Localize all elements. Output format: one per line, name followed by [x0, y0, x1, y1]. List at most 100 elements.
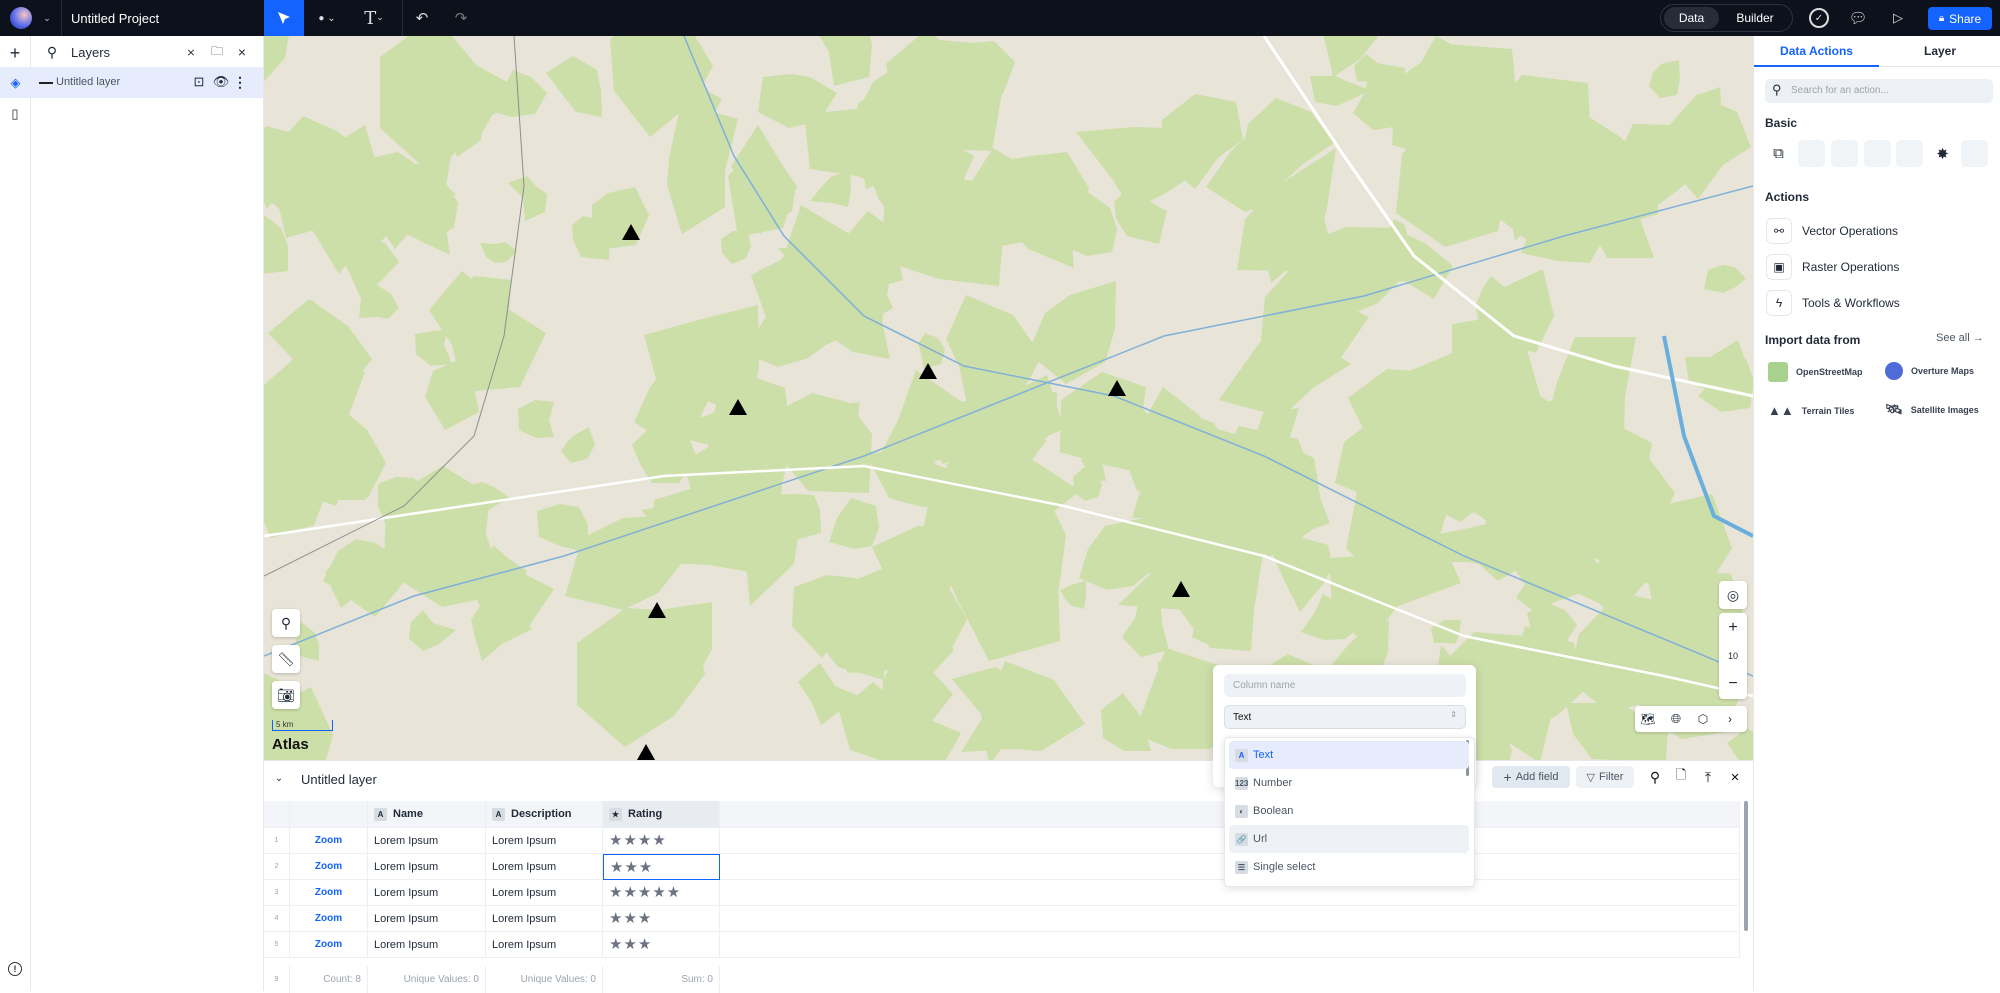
zoom-out-button[interactable]: −: [1719, 671, 1747, 697]
layer-item[interactable]: Untitled layer ⊡ 👁︎ ⋮: [31, 67, 263, 98]
chevron-right-icon[interactable]: ›: [1721, 710, 1739, 728]
measure-button[interactable]: 📏︎: [272, 645, 300, 673]
cell-rating[interactable]: ★★★: [603, 854, 720, 880]
import-overture[interactable]: Overture Maps: [1885, 362, 1974, 380]
add-field-button[interactable]: + Add field: [1492, 766, 1570, 788]
forest-area: [667, 103, 738, 234]
see-all-link[interactable]: See all →: [1936, 332, 1984, 344]
globe-icon[interactable]: 🌐︎: [1667, 710, 1685, 728]
map-search-button[interactable]: ⚲: [272, 609, 300, 637]
tools-workflows[interactable]: ϟ Tools & Workflows: [1766, 290, 1900, 316]
row-number: 2: [264, 854, 290, 880]
bookmark-icon[interactable]: ▯: [5, 104, 25, 124]
search-icon[interactable]: ⚲: [43, 43, 61, 61]
field-type-option-url[interactable]: 🔗 Url: [1229, 825, 1469, 853]
cell-description[interactable]: Lorem Ipsum: [486, 880, 603, 906]
project-title[interactable]: Untitled Project: [71, 11, 159, 26]
locate-button[interactable]: ◎: [1719, 581, 1747, 609]
play-icon[interactable]: ▷: [1888, 8, 1908, 28]
point-tool-button[interactable]: ● ⌄: [312, 8, 342, 28]
union-icon[interactable]: [1798, 140, 1825, 167]
map-tiles: [264, 36, 1753, 760]
field-type-option-text[interactable]: A Text: [1229, 741, 1469, 769]
comment-icon[interactable]: 💬︎: [1848, 8, 1868, 28]
cube-icon[interactable]: ⬡: [1694, 710, 1712, 728]
attribute-table: ⌄ Untitled layer A Name A Description ★ Ratin…: [264, 760, 1753, 993]
field-type-option-single-select[interactable]: ☰ Single select: [1229, 853, 1469, 881]
field-type-option-number[interactable]: 123 Number: [1229, 769, 1469, 797]
focus-icon[interactable]: ⊡: [191, 74, 207, 90]
close-table-icon[interactable]: ×: [1725, 766, 1745, 788]
document-icon[interactable]: 🗋︎: [1671, 766, 1691, 788]
expand-icon[interactable]: [1961, 140, 1988, 167]
tab-builder[interactable]: Builder: [1725, 7, 1785, 29]
cell-description[interactable]: Lorem Ipsum: [486, 854, 603, 880]
zoom-link[interactable]: Zoom: [290, 932, 368, 958]
close-icon[interactable]: ×: [234, 44, 250, 60]
cell-rating[interactable]: ★★★★: [603, 828, 720, 854]
cell-name[interactable]: Lorem Ipsum: [368, 906, 486, 932]
add-folder-icon[interactable]: 🗀︎: [209, 44, 225, 60]
zoom-link[interactable]: Zoom: [290, 880, 368, 906]
share-button[interactable]: 🔒︎ Share: [1928, 7, 1992, 30]
import-openstreetmap[interactable]: OpenStreetMap: [1768, 362, 1863, 382]
zoom-link[interactable]: Zoom: [290, 854, 368, 880]
zoom-link[interactable]: Zoom: [290, 828, 368, 854]
column-header-description[interactable]: A Description: [486, 801, 603, 828]
column-header-name[interactable]: A Name: [368, 801, 486, 828]
cell-name[interactable]: Lorem Ipsum: [368, 828, 486, 854]
cell-rating[interactable]: ★★★: [603, 906, 720, 932]
cell-rating[interactable]: ★★★★★: [603, 880, 720, 906]
undo-icon[interactable]: ↶: [412, 8, 432, 28]
help-icon[interactable]: !: [8, 962, 22, 976]
export-icon[interactable]: ⤒: [1698, 766, 1718, 788]
zoom-in-button[interactable]: +: [1719, 615, 1747, 641]
peak-marker[interactable]: [637, 744, 655, 760]
collapse-chevron-icon[interactable]: ⌄: [272, 771, 286, 785]
app-logo[interactable]: [10, 7, 32, 29]
tab-data[interactable]: Data: [1664, 7, 1719, 29]
updown-icon: ⇕: [1450, 710, 1457, 719]
cell-name[interactable]: Lorem Ipsum: [368, 932, 486, 958]
cell-name[interactable]: Lorem Ipsum: [368, 854, 486, 880]
column-name-input[interactable]: Column name: [1224, 674, 1466, 697]
map-icon[interactable]: 🗺︎: [1639, 710, 1657, 728]
chevron-down-icon[interactable]: ⌄: [40, 10, 54, 26]
import-satellite[interactable]: 🛰︎ Satellite Images: [1885, 401, 1979, 418]
filter-button[interactable]: ▽ Filter: [1576, 766, 1634, 788]
action-search[interactable]: ⚲ Search for an action...: [1765, 79, 1993, 103]
difference-icon[interactable]: [1864, 140, 1891, 167]
more-icon[interactable]: ⋮: [233, 74, 247, 90]
layers-icon[interactable]: ◈: [0, 67, 31, 98]
text-tool-button[interactable]: T ⌄: [356, 6, 392, 30]
tab-layer[interactable]: Layer: [1879, 36, 2000, 67]
vector-operations[interactable]: ⚯ Vector Operations: [1766, 218, 1898, 244]
field-type-select[interactable]: Text ⇕: [1224, 705, 1466, 729]
tab-data-actions[interactable]: Data Actions: [1754, 36, 1879, 67]
redo-icon[interactable]: ↷: [451, 8, 471, 28]
table-scrollbar[interactable]: [1744, 801, 1748, 931]
cell-name[interactable]: Lorem Ipsum: [368, 880, 486, 906]
check-circle-icon[interactable]: ✓: [1809, 8, 1829, 28]
field-type-option-boolean[interactable]: ◐ Boolean: [1229, 797, 1469, 825]
map-canvas[interactable]: ⚲ 📏︎ 📷︎ 5 km Atlas ◎ + 10 − 🗺︎ 🌐︎ ⬡ ›: [264, 36, 1753, 760]
eye-icon[interactable]: 👁︎: [213, 74, 230, 90]
import-terrain[interactable]: ▲▲ Terrain Tiles: [1768, 403, 1854, 418]
select-tool-button[interactable]: [264, 0, 304, 36]
raster-operations[interactable]: ▣ Raster Operations: [1766, 254, 1899, 280]
table-search-icon[interactable]: ⚲: [1645, 766, 1665, 788]
column-header-rating[interactable]: ★ Rating: [603, 801, 720, 828]
cell-description[interactable]: Lorem Ipsum: [486, 906, 603, 932]
screenshot-button[interactable]: 📷︎: [272, 681, 300, 709]
collapse-all-icon[interactable]: ⨯: [183, 44, 199, 60]
explode-icon[interactable]: ✸: [1929, 140, 1956, 167]
duplicate-icon[interactable]: ⧉: [1765, 140, 1792, 167]
add-icon[interactable]: +: [4, 42, 26, 64]
intersect-icon[interactable]: [1831, 140, 1858, 167]
cell-rating[interactable]: ★★★: [603, 932, 720, 958]
cell-description[interactable]: Lorem Ipsum: [486, 828, 603, 854]
zoom-link[interactable]: Zoom: [290, 906, 368, 932]
overture-icon: [1885, 362, 1903, 380]
cell-description[interactable]: Lorem Ipsum: [486, 932, 603, 958]
xor-icon[interactable]: [1896, 140, 1923, 167]
